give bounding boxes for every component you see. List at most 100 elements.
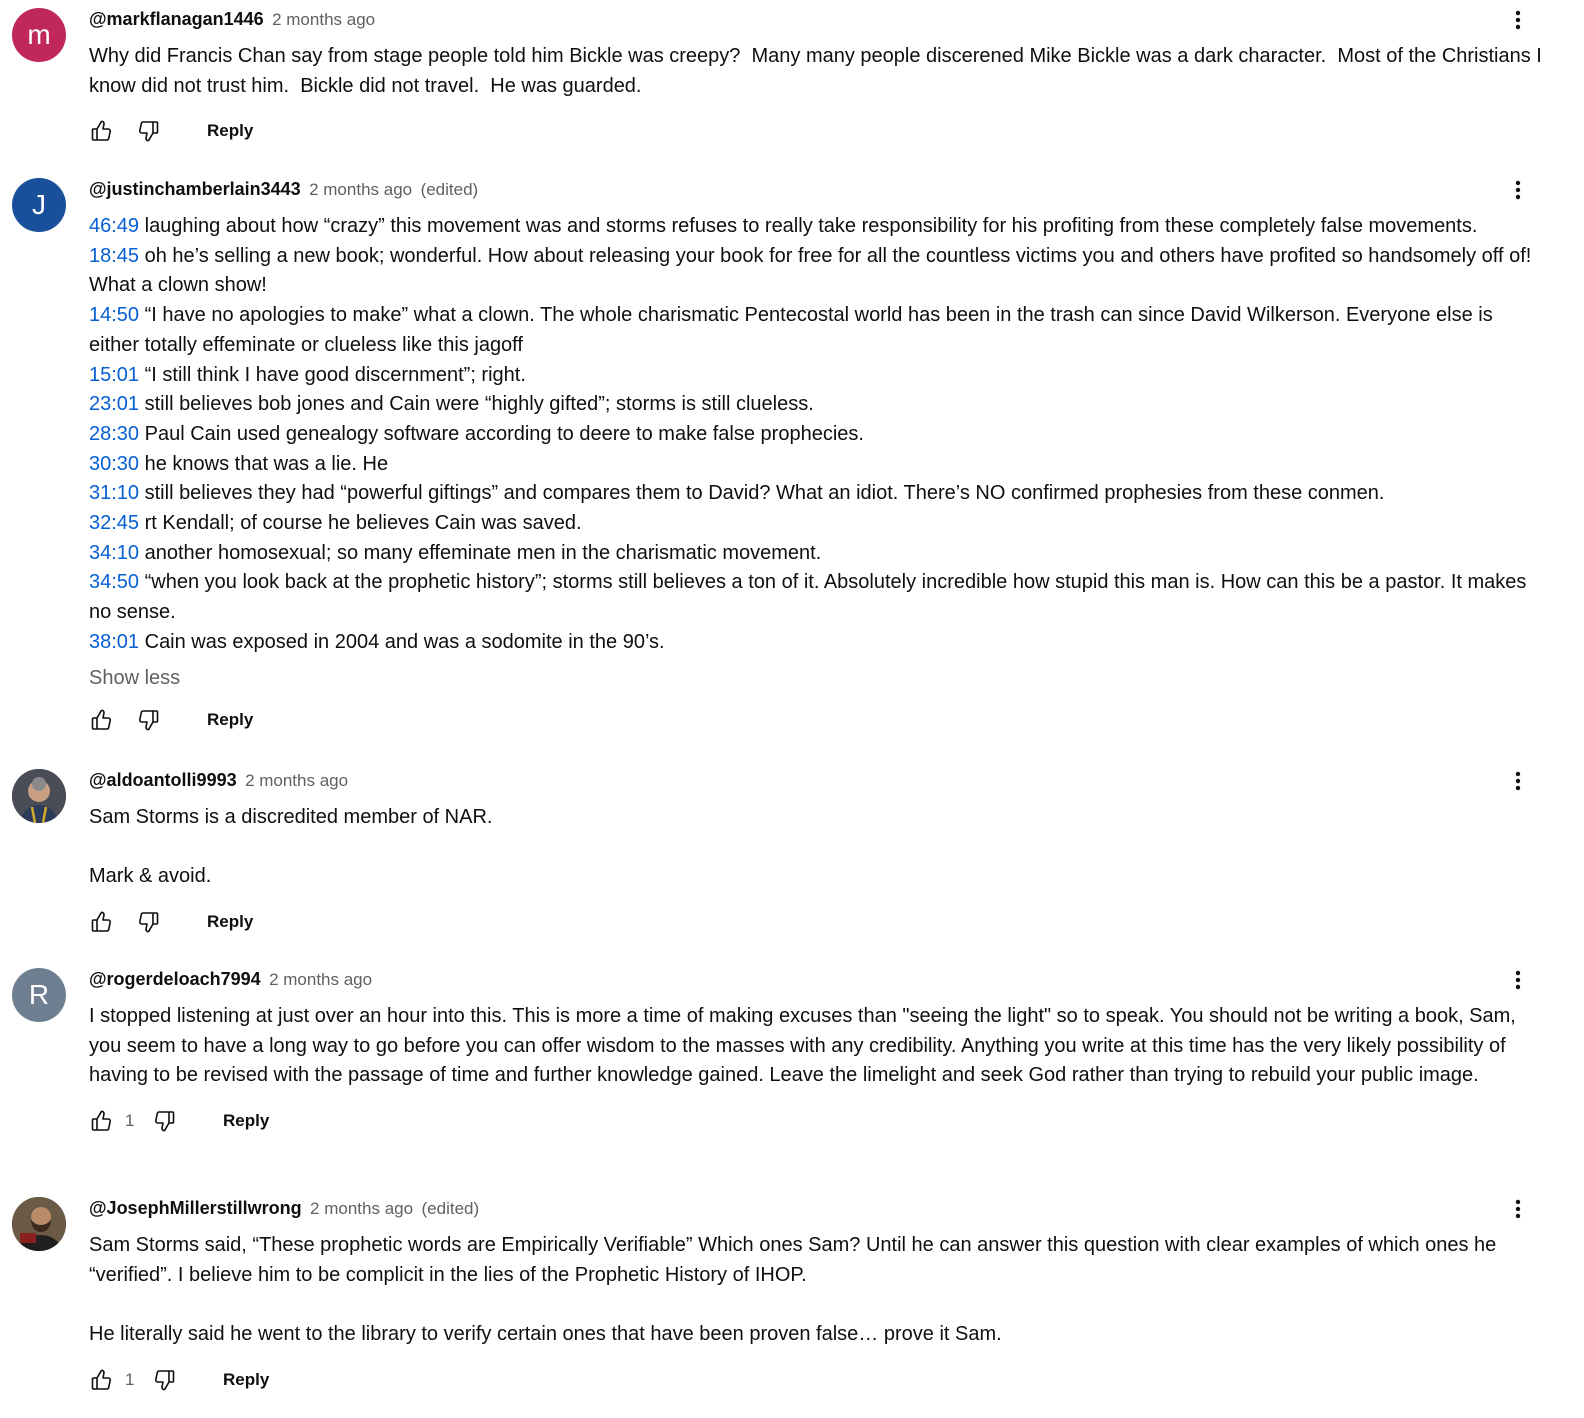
timestamp-link[interactable]: 18:45 xyxy=(89,245,139,267)
thumb-down-icon xyxy=(137,708,161,732)
comment-text: 46:49 laughing about how “crazy” this mo… xyxy=(89,212,1548,658)
avatar[interactable]: m xyxy=(12,8,66,62)
timestamp-link[interactable]: 38:01 xyxy=(89,631,139,653)
timestamp-text: rt Kendall; of course he believes Cain w… xyxy=(139,512,582,535)
like-button[interactable] xyxy=(83,702,119,738)
dislike-button[interactable] xyxy=(131,702,167,738)
comment-actions: 1 Reply xyxy=(89,1362,1548,1398)
comment-text: I stopped listening at just over an hour… xyxy=(89,1005,1522,1087)
thumb-down-icon xyxy=(153,1368,177,1392)
timestamp-link[interactable]: 23:01 xyxy=(89,393,139,415)
comment-time[interactable]: 2 months ago xyxy=(269,970,372,989)
dislike-button[interactable] xyxy=(147,1362,183,1398)
timestamp-text: still believes they had “powerful giftin… xyxy=(139,482,1385,505)
timestamp-text: he knows that was a lie. He xyxy=(139,452,389,475)
show-less-button[interactable]: Show less xyxy=(89,663,1548,693)
like-button[interactable] xyxy=(83,904,119,940)
more-actions-button[interactable] xyxy=(1502,1193,1534,1225)
three-dot-vertical-icon xyxy=(1506,8,1530,32)
timestamp-text: still believes bob jones and Cain were “… xyxy=(139,393,814,416)
thumb-up-icon xyxy=(89,1368,113,1392)
reply-button[interactable]: Reply xyxy=(207,121,253,141)
comment-text: Sam Storms said, “These prophetic words … xyxy=(89,1234,1497,1346)
thumb-up-icon xyxy=(89,119,113,143)
comment-header: @aldoantolli9993 2 months ago xyxy=(89,769,1548,791)
more-actions-button[interactable] xyxy=(1502,4,1534,36)
like-count: 1 xyxy=(125,1369,135,1389)
timestamped-line: 31:10 still believes they had “powerful … xyxy=(89,479,1548,509)
comment-time[interactable]: 2 months ago xyxy=(272,10,375,29)
comment-actions: Reply xyxy=(89,702,1548,738)
dislike-button[interactable] xyxy=(147,1103,183,1139)
timestamp-link[interactable]: 34:50 xyxy=(89,571,139,593)
reply-button[interactable]: Reply xyxy=(223,1370,269,1390)
timestamp-link[interactable]: 34:10 xyxy=(89,542,139,564)
timestamp-text: “I have no apologies to make” what a clo… xyxy=(89,304,1493,356)
timestamped-line: 28:30 Paul Cain used genealogy software … xyxy=(89,420,1548,450)
comment-header: @justinchamberlain3443 2 months ago (edi… xyxy=(89,178,1548,200)
avatar[interactable]: J xyxy=(12,178,66,232)
reply-button[interactable]: Reply xyxy=(207,710,253,730)
more-actions-button[interactable] xyxy=(1502,765,1534,797)
avatar-letter: J xyxy=(32,189,46,220)
timestamped-line: 18:45 oh he’s selling a new book; wonder… xyxy=(89,242,1548,301)
dislike-button[interactable] xyxy=(131,113,167,149)
timestamp-text: “when you look back at the prophetic his… xyxy=(89,571,1527,624)
avatar[interactable] xyxy=(12,769,66,823)
timestamp-text: Paul Cain used genealogy software accord… xyxy=(139,422,864,445)
three-dot-vertical-icon xyxy=(1506,178,1530,202)
comment-time[interactable]: 2 months ago xyxy=(310,1199,413,1218)
thumb-down-icon xyxy=(137,910,161,934)
timestamp-link[interactable]: 30:30 xyxy=(89,453,139,475)
thumb-up-icon xyxy=(89,708,113,732)
timestamp-text: “I still think I have good discernment”;… xyxy=(139,363,526,386)
comment-author[interactable]: @aldoantolli9993 xyxy=(89,770,237,790)
three-dot-vertical-icon xyxy=(1506,968,1530,992)
comment-text: Why did Francis Chan say from stage peop… xyxy=(89,45,1548,97)
like-count: 1 xyxy=(125,1111,135,1131)
more-actions-button[interactable] xyxy=(1502,174,1534,206)
like-button[interactable] xyxy=(83,1103,119,1139)
dislike-button[interactable] xyxy=(131,904,167,940)
timestamp-link[interactable]: 28:30 xyxy=(89,423,139,445)
edited-label: (edited) xyxy=(421,1199,480,1218)
comment-time[interactable]: 2 months ago xyxy=(309,180,412,199)
comment-time[interactable]: 2 months ago xyxy=(245,771,348,790)
three-dot-vertical-icon xyxy=(1506,1197,1530,1221)
comment-actions: 1 Reply xyxy=(89,1103,1548,1139)
thumb-down-icon xyxy=(137,119,161,143)
timestamped-line: 32:45 rt Kendall; of course he believes … xyxy=(89,509,1548,539)
timestamp-text: Cain was exposed in 2004 and was a sodom… xyxy=(139,630,665,653)
avatar[interactable] xyxy=(12,1197,66,1251)
like-button[interactable] xyxy=(83,1362,119,1398)
timestamp-link[interactable]: 32:45 xyxy=(89,512,139,534)
timestamp-text: oh he’s selling a new book; wonderful. H… xyxy=(89,244,1532,297)
timestamp-link[interactable]: 14:50 xyxy=(89,304,139,326)
comment-author[interactable]: @justinchamberlain3443 xyxy=(89,179,301,199)
comment-actions: Reply xyxy=(89,904,1548,940)
comment-author[interactable]: @markflanagan1446 xyxy=(89,9,264,29)
avatar[interactable]: R xyxy=(12,968,66,1022)
timestamped-line: 30:30 he knows that was a lie. He xyxy=(89,450,1548,480)
timestamp-link[interactable]: 46:49 xyxy=(89,215,139,237)
comment-actions: Reply xyxy=(89,113,1548,149)
timestamped-line: 23:01 still believes bob jones and Cain … xyxy=(89,390,1548,420)
reply-button[interactable]: Reply xyxy=(207,912,253,932)
edited-label: (edited) xyxy=(420,180,479,199)
more-actions-button[interactable] xyxy=(1502,964,1534,996)
avatar-photo xyxy=(12,1197,66,1251)
comment-author[interactable]: @JosephMillerstillwrong xyxy=(89,1198,302,1218)
thumb-up-icon xyxy=(89,1109,113,1133)
comment-author[interactable]: @rogerdeloach7994 xyxy=(89,969,261,989)
comment-text: Sam Storms is a discredited member of NA… xyxy=(89,806,493,888)
avatar-letter: m xyxy=(27,19,51,50)
like-button[interactable] xyxy=(83,113,119,149)
thumb-up-icon xyxy=(89,910,113,934)
comment-header: @rogerdeloach7994 2 months ago xyxy=(89,968,1548,990)
timestamp-link[interactable]: 31:10 xyxy=(89,482,139,504)
timestamp-link[interactable]: 15:01 xyxy=(89,364,139,386)
three-dot-vertical-icon xyxy=(1506,769,1530,793)
timestamped-line: 38:01 Cain was exposed in 2004 and was a… xyxy=(89,628,1548,658)
reply-button[interactable]: Reply xyxy=(223,1111,269,1131)
comment-header: @markflanagan1446 2 months ago xyxy=(89,8,1548,30)
